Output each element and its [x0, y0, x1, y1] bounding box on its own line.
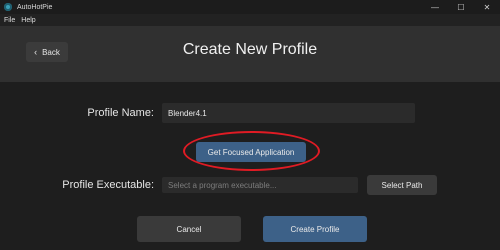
select-path-button[interactable]: Select Path: [367, 175, 437, 195]
profile-name-label: Profile Name:: [87, 107, 154, 119]
highlight-annotation: [183, 131, 320, 171]
app-logo-icon: [4, 3, 12, 11]
window-controls: — ☐ ✕: [422, 0, 500, 14]
page-title: Create New Profile: [182, 41, 318, 58]
menu-help[interactable]: Help: [21, 17, 35, 24]
menu-bar: File Help: [0, 14, 500, 26]
profile-name-input[interactable]: Blender4.1: [162, 103, 415, 123]
title-bar: AutoHotPie — ☐ ✕: [0, 0, 500, 14]
window-title: AutoHotPie: [17, 3, 53, 11]
minimize-button[interactable]: —: [422, 0, 448, 14]
menu-file[interactable]: File: [4, 17, 15, 24]
maximize-button[interactable]: ☐: [448, 0, 474, 14]
close-button[interactable]: ✕: [474, 0, 500, 14]
cancel-button[interactable]: Cancel: [137, 216, 241, 242]
profile-executable-input[interactable]: Select a program executable...: [162, 177, 358, 193]
page-header: ‹ Back Create New Profile: [0, 26, 500, 82]
profile-executable-label: Profile Executable:: [62, 179, 154, 191]
create-profile-button[interactable]: Create Profile: [263, 216, 367, 242]
